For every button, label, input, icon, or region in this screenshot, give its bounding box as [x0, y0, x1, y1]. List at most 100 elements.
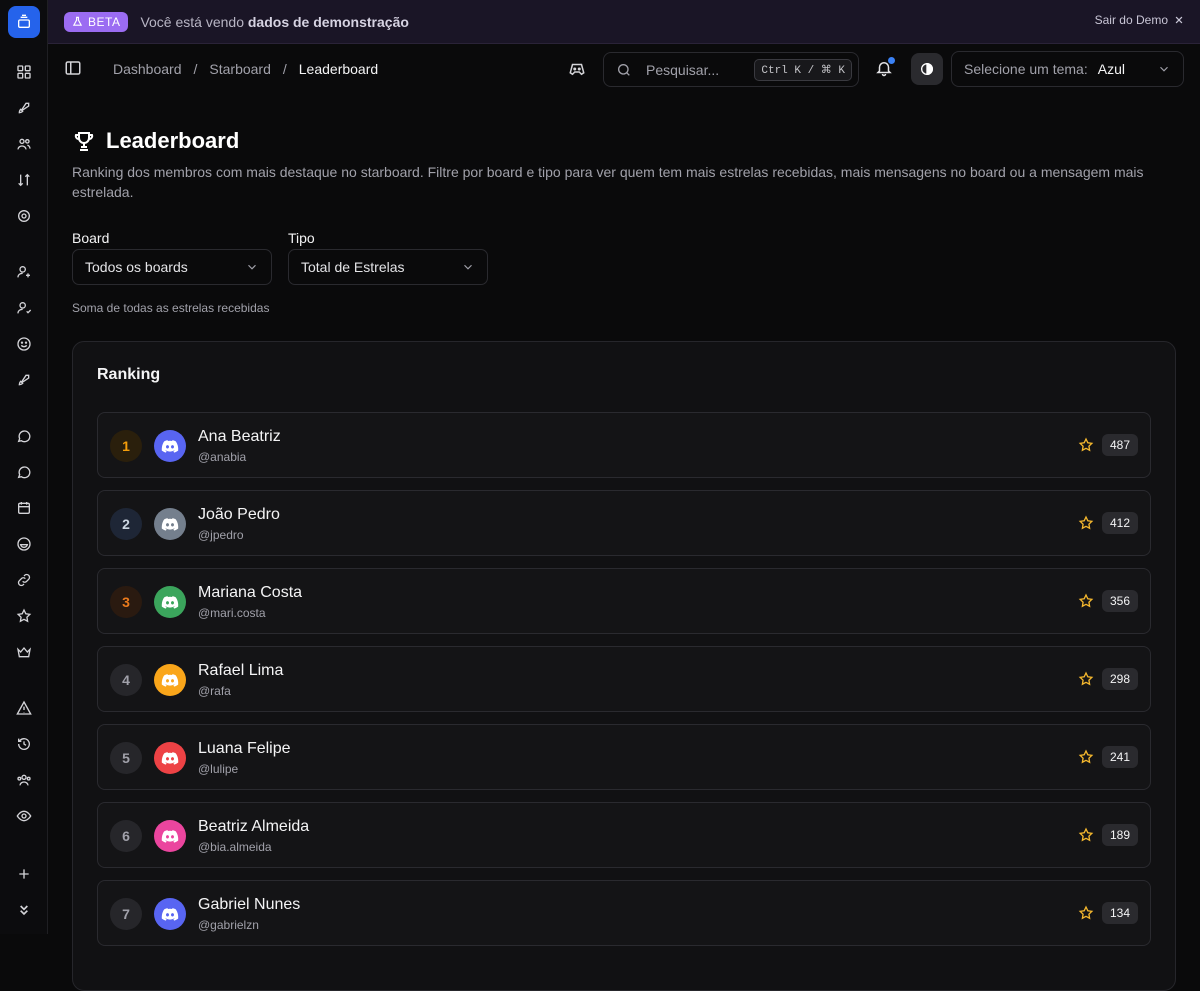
- history-icon[interactable]: [12, 732, 36, 756]
- star-count-value: 134: [1101, 902, 1138, 924]
- breadcrumb-dashboard[interactable]: Dashboard: [113, 61, 182, 77]
- users-icon[interactable]: [12, 132, 36, 156]
- rank-badge: 7: [110, 898, 142, 930]
- flask-icon: [72, 16, 83, 26]
- avatar: [154, 742, 186, 774]
- search-shortcut: Ctrl K / ⌘ K: [754, 59, 852, 81]
- smile-icon[interactable]: [12, 332, 36, 356]
- dashboard-icon[interactable]: [12, 60, 36, 84]
- star-count-value: 356: [1101, 590, 1138, 612]
- rank-badge: 6: [110, 820, 142, 852]
- star-icon: [1078, 515, 1094, 530]
- demo-banner: BETA Você está vendo dados de demonstraç…: [48, 0, 1200, 44]
- banner-text-bold: dados de demonstração: [247, 13, 409, 30]
- leaderboard-row[interactable]: 6 Beatriz Almeida @bia.almeida 189: [97, 802, 1151, 868]
- star-icon: [1078, 827, 1094, 842]
- leaderboard-row[interactable]: 4 Rafael Lima @rafa 298: [97, 646, 1151, 712]
- member-handle: @bia.almeida: [198, 840, 272, 854]
- leaderboard-row[interactable]: 7 Gabriel Nunes @gabrielzn 134: [97, 880, 1151, 946]
- discord-icon: [161, 440, 179, 453]
- member-handle: @mari.costa: [198, 606, 266, 620]
- breadcrumb-current: Leaderboard: [298, 61, 379, 77]
- settings-icon[interactable]: [12, 204, 36, 228]
- emoji-icon[interactable]: [12, 532, 36, 556]
- star-count: 241: [1078, 746, 1138, 768]
- rank-badge: 1: [110, 430, 142, 462]
- avatar: [154, 586, 186, 618]
- discord-icon: [161, 596, 179, 609]
- ranking-card: Ranking 1 Ana Beatriz @anabia 487 2 João Pedr…: [72, 341, 1176, 991]
- type-select-value: Total de Estrelas: [301, 259, 405, 275]
- star-icon[interactable]: [12, 604, 36, 628]
- leaderboard-row[interactable]: 5 Luana Felipe @lulipe 241: [97, 724, 1151, 790]
- breadcrumb-separator: /: [282, 61, 287, 77]
- rank-badge: 2: [110, 508, 142, 540]
- exit-demo-label: Sair do Demo: [1094, 13, 1168, 27]
- user-plus-icon[interactable]: [12, 260, 36, 284]
- star-count-value: 189: [1101, 824, 1138, 846]
- star-icon: [1078, 749, 1094, 764]
- rocket-icon[interactable]: [12, 96, 36, 120]
- exit-demo-button[interactable]: Sair do Demo: [1095, 13, 1184, 27]
- sort-icon[interactable]: [12, 168, 36, 192]
- star-count-value: 487: [1101, 434, 1138, 456]
- discord-icon: [161, 908, 179, 921]
- avatar: [154, 820, 186, 852]
- breadcrumb-starboard[interactable]: Starboard: [209, 61, 270, 77]
- theme-select[interactable]: Selecione um tema: Azul: [951, 51, 1184, 87]
- rocket-icon[interactable]: [12, 368, 36, 392]
- banner-text: Você está vendo dados de demonstração: [140, 14, 408, 30]
- avatar: [154, 664, 186, 696]
- leaderboard-row[interactable]: 3 Mariana Costa @mari.costa 356: [97, 568, 1151, 634]
- discord-button[interactable]: [568, 60, 586, 78]
- star-count: 412: [1078, 512, 1138, 534]
- theme-value: Azul: [1097, 61, 1125, 77]
- notification-dot: [888, 57, 895, 64]
- discord-icon: [161, 830, 179, 843]
- message-icon[interactable]: [12, 424, 36, 448]
- page-title: Leaderboard: [72, 128, 239, 154]
- team-icon[interactable]: [12, 768, 36, 792]
- search-placeholder: Pesquisar...: [646, 61, 720, 78]
- page-description: Ranking dos membros com mais destaque no…: [72, 164, 1144, 200]
- alert-icon[interactable]: [12, 696, 36, 720]
- search-input[interactable]: Pesquisar... Ctrl K / ⌘ K: [603, 52, 859, 87]
- link-icon[interactable]: [12, 568, 36, 592]
- member-name: Gabriel Nunes: [198, 896, 301, 913]
- board-select[interactable]: Todos os boards: [72, 249, 272, 285]
- type-filter-label: Tipo: [288, 230, 315, 246]
- beta-label: BETA: [88, 14, 121, 29]
- theme-toggle-button[interactable]: [911, 53, 943, 85]
- plus-icon[interactable]: [12, 862, 36, 886]
- member-handle: @rafa: [198, 684, 231, 698]
- star-icon: [1078, 437, 1094, 452]
- leaderboard-row[interactable]: 2 João Pedro @jpedro 412: [97, 490, 1151, 556]
- member-name: Mariana Costa: [198, 584, 303, 601]
- user-check-icon[interactable]: [12, 296, 36, 320]
- top-bar: Dashboard / Starboard / Leaderboard Pesq…: [48, 44, 1200, 94]
- chevron-down-icon: [1160, 66, 1168, 72]
- page-title-text: Leaderboard: [106, 128, 240, 153]
- crown-icon[interactable]: [12, 640, 36, 664]
- chevron-down-icon: [464, 264, 472, 270]
- discord-icon: [161, 518, 179, 531]
- app-logo[interactable]: [8, 6, 40, 38]
- calendar-icon[interactable]: [12, 496, 36, 520]
- star-icon: [1078, 905, 1094, 920]
- rank-badge: 3: [110, 586, 142, 618]
- member-name: Rafael Lima: [198, 662, 284, 679]
- chevrons-down-icon[interactable]: [12, 898, 36, 922]
- star-count-value: 241: [1101, 746, 1138, 768]
- leaderboard-row[interactable]: 1 Ana Beatriz @anabia 487: [97, 412, 1151, 478]
- type-select[interactable]: Total de Estrelas: [288, 249, 488, 285]
- search-icon: [618, 63, 630, 76]
- message-circle-icon[interactable]: [12, 460, 36, 484]
- panel-left-icon: [65, 61, 81, 75]
- trophy-icon: [74, 132, 94, 151]
- rank-badge: 4: [110, 664, 142, 696]
- notifications-button[interactable]: [875, 57, 895, 79]
- eye-icon[interactable]: [12, 804, 36, 828]
- sidebar-toggle-button[interactable]: [64, 59, 84, 79]
- star-count: 298: [1078, 668, 1138, 690]
- theme-label: Selecione um tema:: [964, 61, 1088, 77]
